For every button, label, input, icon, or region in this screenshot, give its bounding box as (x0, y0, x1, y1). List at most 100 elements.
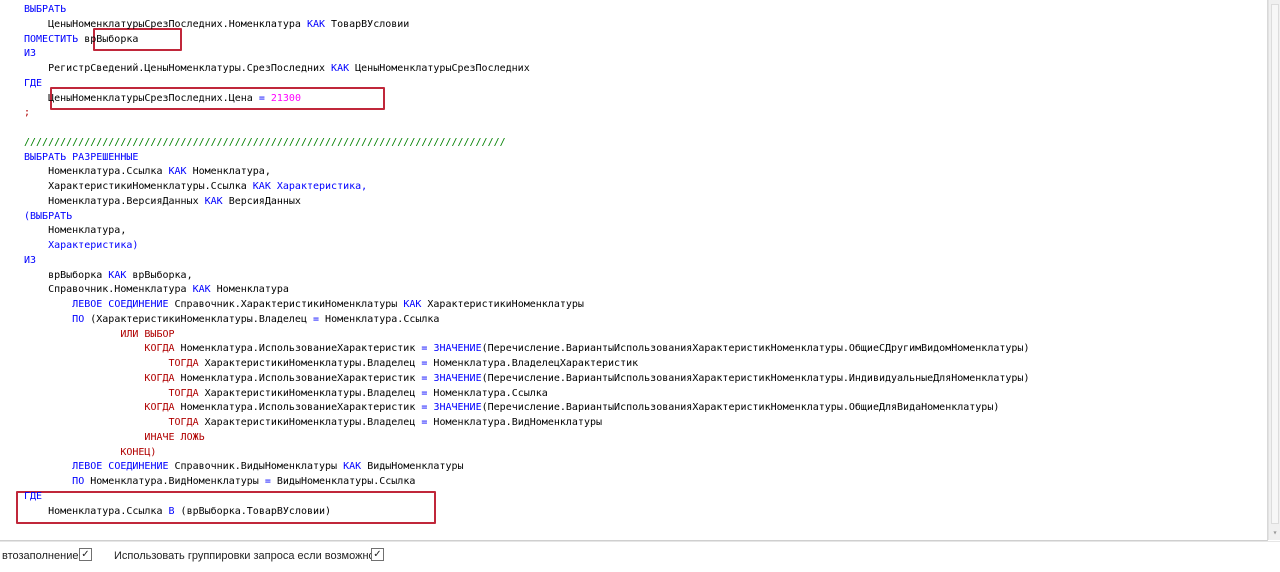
code-token: Номенклатура.ИспользованиеХарактеристик (174, 372, 422, 384)
code-token: ХарактеристикиНоменклатуры (421, 299, 584, 310)
code-token: ИНАЧЕ ЛОЖЬ (144, 431, 205, 443)
code-line: КОГДА Номенклатура.ИспользованиеХарактер… (24, 341, 1029, 356)
code-token: ЦеныНоменклатурыСрезПоследних (349, 63, 530, 74)
code-token: ЗНАЧЕНИЕ (433, 372, 482, 384)
autofill-checkbox[interactable]: ✓ (79, 548, 92, 561)
code-token: (врВыборка.ТоварВУсловии) (174, 505, 332, 517)
code-line: ; (24, 105, 30, 120)
code-token: ВЫБРАТЬ РАЗРЕШЕННЫЕ (24, 151, 139, 163)
code-token: КАК (192, 284, 211, 296)
scroll-down-arrow-icon[interactable]: ▾ (1271, 529, 1279, 537)
code-token: Номенклатура.ВладелецХарактеристик (427, 358, 639, 369)
code-token: ЦеныНоменклатурыСрезПоследних.Номенклату… (24, 18, 307, 30)
code-token: ГДЕ (24, 490, 43, 502)
code-line: ЛЕВОЕ СОЕДИНЕНИЕ Справочник.ВидыНоменкла… (24, 459, 464, 474)
code-token: Номенклатура.Ссылка (427, 387, 548, 399)
code-token: КАК (343, 461, 362, 473)
code-token: ТОГДА (168, 358, 199, 369)
code-line: ////////////////////////////////////////… (24, 135, 506, 150)
code-token: Номенклатура.ВерсияДанных (24, 195, 205, 207)
code-token: КАК (306, 18, 326, 30)
code-token: Номенклатура.Ссылка (24, 505, 169, 517)
code-token: 21300 (264, 92, 301, 104)
use-grouping-checkbox[interactable]: ✓ (371, 548, 384, 561)
code-token: КАК (108, 269, 127, 281)
code-line: ТОГДА ХарактеристикиНоменклатуры.Владеле… (24, 356, 639, 371)
code-token: ПО (72, 313, 85, 325)
check-icon: ✓ (373, 549, 382, 560)
code-token: ЛЕВОЕ СОЕДИНЕНИЕ (72, 461, 169, 473)
code-line: РегистрСведений.ЦеныНоменклатуры.СрезПос… (24, 61, 530, 76)
code-line: ГДЕ (24, 489, 42, 504)
code-token: Номенклатура, (24, 225, 127, 237)
code-token: ВидыНоменклатуры.Ссылка (270, 476, 416, 487)
code-token: КАК (168, 166, 187, 178)
code-token: ХарактеристикиНоменклатуры.Ссылка (24, 181, 253, 192)
code-line: ЦеныНоменклатурыСрезПоследних.Цена = 213… (24, 91, 301, 106)
code-line: Номенклатура, (24, 223, 126, 238)
code-token: врВыборка (78, 33, 139, 45)
code-line: ИЗ (24, 253, 36, 268)
code-token: (Перечисление.ВариантыИспользованияХарак… (481, 402, 1000, 414)
check-icon: ✓ (81, 549, 90, 560)
code-line: ИЗ (24, 46, 36, 61)
code-token: КАК (252, 181, 271, 192)
code-line: ЛЕВОЕ СОЕДИНЕНИЕ Справочник.Характеристи… (24, 297, 584, 312)
code-token: КАК (204, 195, 223, 207)
code-line: ГДЕ (24, 76, 42, 91)
code-line: ПОМЕСТИТЬ врВыборка (24, 32, 138, 47)
code-token: ВидыНоменклатуры (361, 461, 464, 473)
query-text-editor[interactable]: ВЫБРАТЬ ЦеныНоменклатурыСрезПоследних.Но… (0, 0, 1268, 541)
code-line: ИЛИ ВЫБОР (24, 327, 175, 342)
code-line: КОГДА Номенклатура.ИспользованиеХарактер… (24, 371, 1029, 386)
code-line: ПО (ХарактеристикиНоменклатуры.Владелец … (24, 312, 439, 327)
code-token: ЦеныНоменклатурыСрезПоследних.Цена (24, 92, 259, 104)
code-token: ТоварВУсловии (325, 18, 410, 30)
code-token: Номенклатура.ИспользованиеХарактеристик (174, 343, 422, 355)
code-token: ТОГДА (168, 387, 199, 399)
editor-vertical-scrollbar[interactable]: ▾ (1268, 0, 1280, 540)
code-line: Номенклатура.Ссылка КАК Номенклатура, (24, 164, 271, 179)
scrollbar-thumb[interactable] (1271, 4, 1279, 524)
code-token: ГДЕ (24, 77, 43, 89)
code-token: Номенклатура.ВидНоменклатуры (427, 417, 603, 428)
code-line: врВыборка КАК врВыборка, (24, 268, 193, 283)
code-token: Справочник.Номенклатура (24, 284, 193, 296)
code-line: Номенклатура.ВерсияДанных КАК ВерсияДанн… (24, 194, 301, 209)
query-options-bar: втозаполнение ✓ Использовать группировки… (0, 541, 1280, 572)
code-token: ; (24, 107, 31, 119)
code-token: Справочник.ХарактеристикиНоменклатуры (168, 299, 404, 310)
code-token: Номенклатура.ИспользованиеХарактеристик (174, 402, 422, 414)
code-line: Номенклатура.Ссылка В (врВыборка.ТоварВУ… (24, 504, 331, 519)
code-token: ИЛИ ВЫБОР (120, 328, 175, 340)
code-token: Характеристика, (270, 181, 368, 192)
code-token: ВерсияДанных (222, 195, 301, 207)
code-token: Номенклатура.ВидНоменклатуры (84, 476, 265, 487)
code-token: КАК (403, 299, 422, 310)
code-token: ХарактеристикиНоменклатуры.Владелец (198, 387, 422, 399)
code-token: ПОМЕСТИТЬ (24, 33, 79, 45)
code-token: КОГДА (144, 372, 175, 384)
code-line: (ВЫБРАТЬ (24, 209, 72, 224)
code-token: ПО (72, 476, 85, 487)
code-token: РегистрСведений.ЦеныНоменклатуры.СрезПос… (24, 63, 332, 74)
code-line: ИНАЧЕ ЛОЖЬ (24, 430, 205, 445)
code-token: КОГДА (144, 402, 175, 414)
code-token: ЛЕВОЕ СОЕДИНЕНИЕ (72, 299, 169, 310)
code-token: ИЗ (24, 48, 37, 60)
code-line: ЦеныНоменклатурыСрезПоследних.Номенклату… (24, 17, 409, 32)
code-token: врВыборка, (126, 269, 193, 281)
code-line: ТОГДА ХарактеристикиНоменклатуры.Владеле… (24, 415, 603, 430)
code-line: КОНЕЦ) (24, 445, 156, 460)
